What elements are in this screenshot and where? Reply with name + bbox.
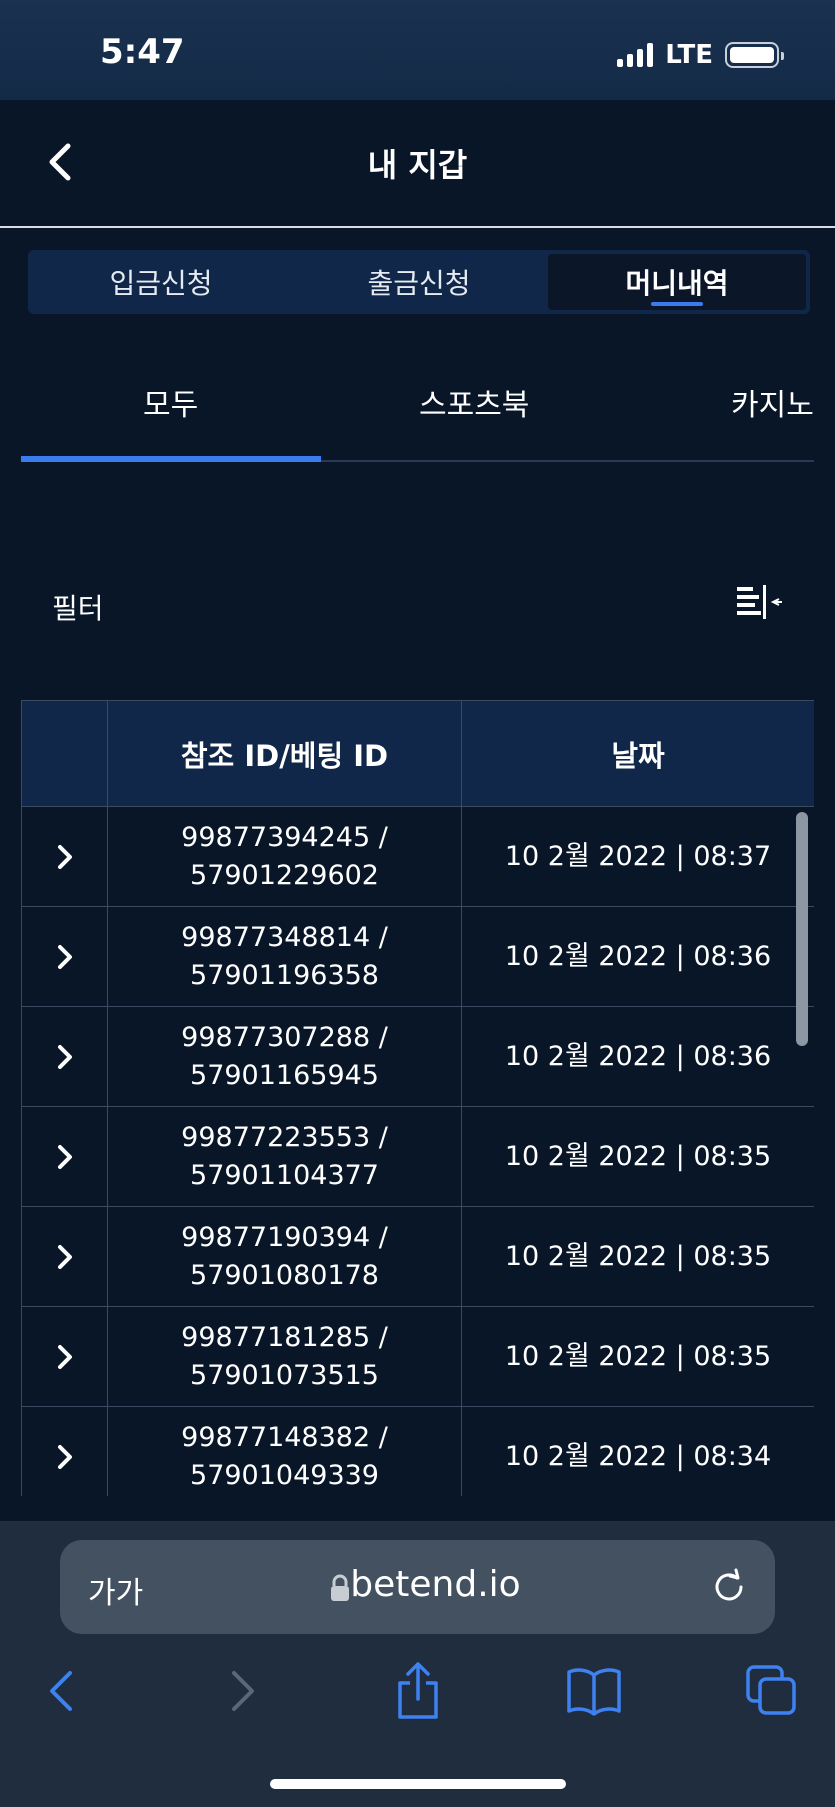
expand-row-button[interactable] (21, 1206, 108, 1307)
table-row[interactable]: 99877348814 / 57901196358 10 2월 2022 | 08… (21, 906, 814, 1007)
share-icon (398, 1662, 438, 1719)
chevron-right-icon (232, 1671, 254, 1711)
share-button[interactable] (388, 1661, 448, 1721)
ref-id: 99877348814 / (181, 921, 388, 953)
ref-id: 99877148382 / (181, 1421, 388, 1453)
table-row[interactable]: 99877394245 / 57901229602 10 2월 2022 | 08… (21, 806, 814, 907)
ref-bet-id-cell: 99877223553 / 57901104377 (107, 1106, 462, 1207)
bet-id: 57901080178 (190, 1259, 379, 1291)
ref-id: 99877190394 / (181, 1221, 388, 1253)
date-cell: 10 2월 2022 | 08:35 (461, 1206, 814, 1307)
segment-money-history[interactable]: 머니내역 (548, 254, 806, 310)
ref-id: 99877181285 / (181, 1321, 388, 1353)
signal-icon (617, 43, 654, 67)
filter-label: 필터 (52, 592, 104, 625)
address-bar[interactable]: 가가 betend.io (60, 1540, 775, 1634)
url-text: betend.io (350, 1564, 521, 1605)
filter-list-icon (737, 585, 782, 619)
date-cell: 10 2월 2022 | 08:34 (461, 1406, 814, 1496)
history-sub-tabs: 모두 스포츠북 카지노 (21, 340, 814, 464)
chevron-left-icon (50, 1671, 72, 1711)
tabs-icon (746, 1665, 796, 1715)
expand-row-button[interactable] (21, 806, 108, 907)
chevron-right-icon (57, 845, 72, 869)
tab-casino[interactable]: 카지노 (731, 380, 814, 424)
bet-id: 57901104377 (190, 1159, 379, 1191)
bet-id: 57901196358 (190, 959, 379, 991)
chevron-right-icon (57, 1245, 72, 1269)
table-header-row: 참조 ID/베팅 ID 날짜 (21, 700, 814, 807)
table-scrollbar[interactable] (796, 812, 808, 1046)
date-cell: 10 2월 2022 | 08:35 (461, 1106, 814, 1207)
tab-sportsbook[interactable]: 스포츠북 (419, 380, 529, 424)
bookmarks-button[interactable] (564, 1661, 624, 1721)
bet-id: 57901049339 (190, 1459, 379, 1491)
header-ref-id: 참조 ID/베팅 ID (107, 700, 462, 807)
ref-id: 99877223553 / (181, 1121, 388, 1153)
ref-bet-id-cell: 99877190394 / 57901080178 (107, 1206, 462, 1307)
chevron-right-icon (57, 1145, 72, 1169)
active-tab-indicator (21, 456, 321, 462)
browser-toolbar: 가가 betend.io (0, 1521, 835, 1807)
table-row[interactable]: 99877190394 / 57901080178 10 2월 2022 | 08… (21, 1206, 814, 1307)
ref-bet-id-cell: 99877181285 / 57901073515 (107, 1306, 462, 1407)
table-row[interactable]: 99877307288 / 57901165945 10 2월 2022 | 08… (21, 1006, 814, 1107)
header-date: 날짜 (461, 700, 814, 807)
app-header: 내 지갑 (0, 100, 835, 228)
browser-forward-button[interactable] (212, 1661, 272, 1721)
date-cell: 10 2월 2022 | 08:35 (461, 1306, 814, 1407)
expand-row-button[interactable] (21, 1106, 108, 1207)
table-row[interactable]: 99877148382 / 57901049339 10 2월 2022 | 08… (21, 1406, 814, 1496)
battery-icon (725, 42, 784, 68)
segment-deposit[interactable]: 입금신청 (32, 254, 290, 310)
ref-bet-id-cell: 99877148382 / 57901049339 (107, 1406, 462, 1496)
page-title: 내 지갑 (367, 146, 468, 184)
status-indicators: LTE (617, 40, 784, 70)
bet-id: 57901165945 (190, 1059, 379, 1091)
book-icon (567, 1668, 621, 1716)
status-time: 5:47 (100, 32, 185, 72)
date-cell: 10 2월 2022 | 08:37 (461, 806, 814, 907)
home-indicator (270, 1779, 566, 1789)
segment-withdraw[interactable]: 출금신청 (290, 254, 548, 310)
date-cell: 10 2월 2022 | 08:36 (461, 1006, 814, 1107)
ref-id: 99877394245 / (181, 821, 388, 853)
chevron-right-icon (57, 1045, 72, 1069)
filter-toggle-button[interactable] (735, 583, 783, 623)
header-divider (0, 226, 835, 228)
reload-icon[interactable] (710, 1568, 748, 1606)
ref-id: 99877307288 / (181, 1021, 388, 1053)
history-table: 참조 ID/베팅 ID 날짜 99877394245 / 57901229602 … (21, 700, 814, 1496)
network-label: LTE (665, 40, 713, 70)
expand-row-button[interactable] (21, 1306, 108, 1407)
table-row[interactable]: 99877181285 / 57901073515 10 2월 2022 | 08… (21, 1306, 814, 1407)
expand-row-button[interactable] (21, 1006, 108, 1107)
expand-row-button[interactable] (21, 906, 108, 1007)
bet-id: 57901073515 (190, 1359, 379, 1391)
status-bar: 5:47 LTE (0, 0, 835, 100)
expand-row-button[interactable] (21, 1406, 108, 1496)
ref-bet-id-cell: 99877307288 / 57901165945 (107, 1006, 462, 1107)
table-row[interactable]: 99877223553 / 57901104377 10 2월 2022 | 08… (21, 1106, 814, 1207)
tabs-button[interactable] (742, 1661, 802, 1721)
chevron-right-icon (57, 1345, 72, 1369)
ref-bet-id-cell: 99877348814 / 57901196358 (107, 906, 462, 1007)
ref-bet-id-cell: 99877394245 / 57901229602 (107, 806, 462, 907)
wallet-segment-control: 입금신청 출금신청 머니내역 (28, 250, 810, 314)
chevron-right-icon (57, 945, 72, 969)
tab-all[interactable]: 모두 (143, 380, 198, 424)
chevron-right-icon (57, 1445, 72, 1469)
bet-id: 57901229602 (190, 859, 379, 891)
browser-back-button[interactable] (32, 1661, 92, 1721)
date-cell: 10 2월 2022 | 08:36 (461, 906, 814, 1007)
header-expand (21, 700, 108, 807)
browser-nav (0, 1661, 835, 1731)
